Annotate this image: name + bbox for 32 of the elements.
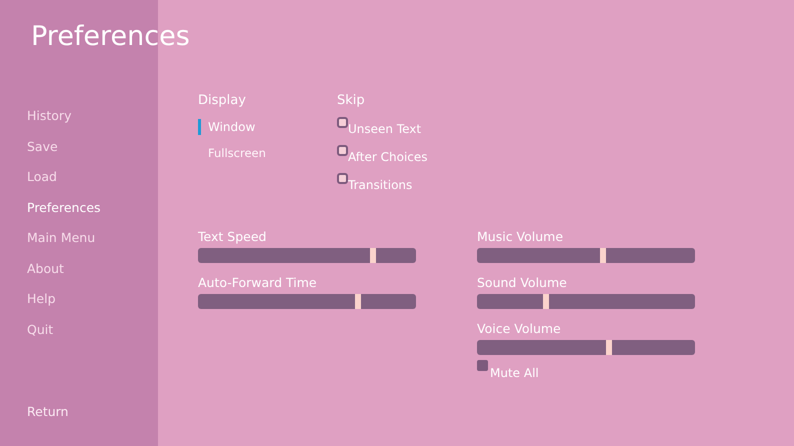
section-heading: Skip — [337, 92, 366, 110]
nav-link[interactable]: Preferences — [27, 198, 158, 216]
slider-label: Auto-Forward Time — [198, 274, 318, 290]
nav-link[interactable]: Main Menu — [27, 228, 158, 247]
slider-track[interactable] — [198, 294, 416, 308]
nav-link[interactable]: History — [27, 106, 158, 125]
slider-thumb[interactable] — [606, 340, 612, 354]
section-heading: Display — [198, 92, 247, 110]
slider-thumb[interactable] — [600, 248, 606, 262]
slider-label: Voice Volume — [477, 320, 562, 336]
skip-checkbox[interactable]: Transitions — [337, 172, 428, 192]
nav-link[interactable]: Load — [27, 167, 158, 186]
mute-all-checkbox[interactable]: Mute All — [477, 360, 539, 382]
display-option[interactable]: Fullscreen — [198, 144, 337, 160]
nav-link[interactable]: Save — [27, 136, 158, 156]
slider-thumb[interactable] — [354, 294, 361, 308]
slider-label: Text Speed — [198, 228, 268, 244]
screen-title: Preferences — [31, 20, 190, 54]
nav-link[interactable]: About — [27, 258, 158, 278]
skip-checkbox[interactable]: Unseen Text — [337, 116, 428, 136]
slider-track[interactable] — [477, 340, 695, 354]
slider-thumb[interactable] — [370, 248, 376, 262]
nav-link[interactable]: Quit — [27, 320, 158, 338]
nav-link[interactable]: Help — [27, 289, 158, 308]
return-link[interactable]: Return — [27, 403, 158, 422]
slider-track[interactable] — [477, 248, 695, 262]
slider-thumb[interactable] — [542, 294, 549, 308]
slider-label: Sound Volume — [477, 274, 568, 290]
skip-checkbox[interactable]: After Choices — [337, 144, 428, 164]
slider-label: Music Volume — [477, 228, 564, 244]
slider-track[interactable] — [198, 248, 416, 262]
slider-track[interactable] — [477, 294, 695, 308]
